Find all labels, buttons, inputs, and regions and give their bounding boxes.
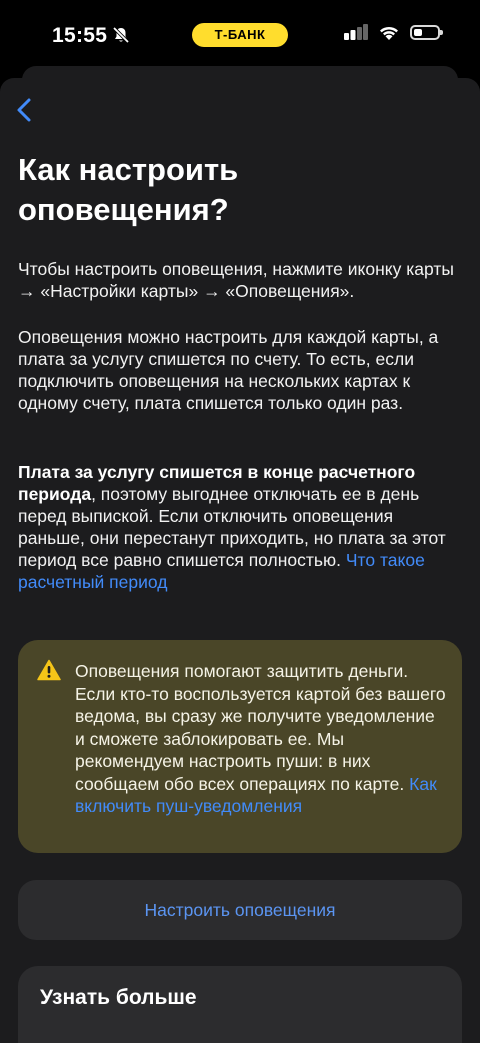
warning-triangle-icon bbox=[37, 659, 61, 681]
warning-message: Оповещения помогают защитить деньги. Есл… bbox=[75, 661, 446, 794]
status-icons bbox=[344, 24, 443, 40]
bank-badge: Т-БАНК bbox=[192, 23, 288, 47]
instructions-paragraph: Чтобы настроить оповещения, нажмите икон… bbox=[18, 259, 454, 301]
warning-card: Оповещения помогают защитить деньги. Есл… bbox=[18, 640, 462, 853]
learn-more-title: Узнать больше bbox=[40, 986, 197, 1009]
learn-more-card: Узнать больше bbox=[18, 966, 462, 1043]
warning-text: Оповещения помогают защитить деньги. Есл… bbox=[75, 660, 447, 818]
billing-paragraph: Плата за услугу спишется в конце расчетн… bbox=[18, 461, 463, 593]
status-time: 15:55 bbox=[52, 24, 108, 47]
setup-notifications-button[interactable]: Настроить оповещения bbox=[18, 880, 462, 940]
cellular-signal-icon bbox=[344, 24, 368, 40]
status-bar: 15:55 Т-БАНК bbox=[0, 0, 480, 70]
back-button[interactable] bbox=[12, 96, 36, 124]
chevron-left-icon bbox=[17, 98, 31, 122]
bell-slash-icon bbox=[112, 26, 130, 44]
battery-icon bbox=[410, 24, 443, 40]
page-title: Как настроить оповещения? bbox=[18, 152, 239, 227]
wifi-icon bbox=[380, 26, 398, 40]
fee-paragraph: Оповещения можно настроить для каждой ка… bbox=[18, 327, 439, 413]
